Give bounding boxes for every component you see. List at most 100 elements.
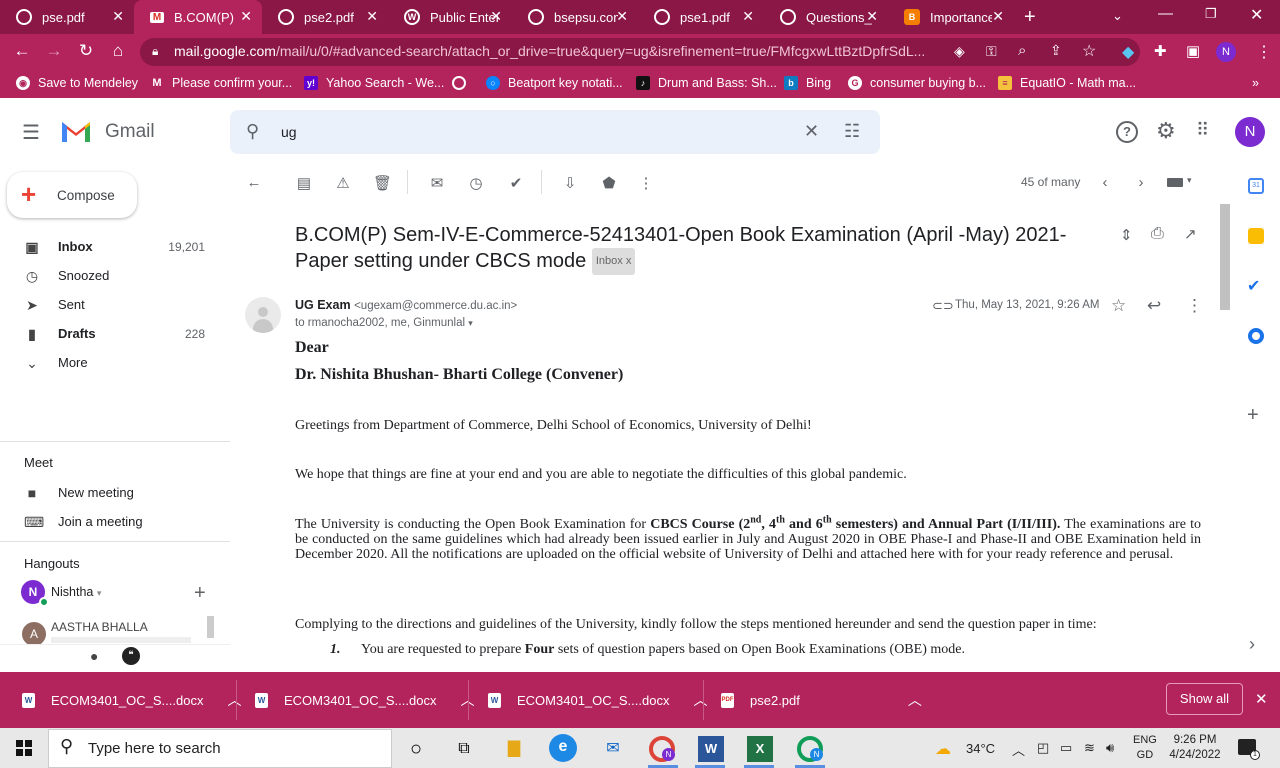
extensions-puzzle-icon[interactable]: ✚ bbox=[1154, 42, 1167, 60]
battery-icon[interactable]: ▭ bbox=[1060, 740, 1072, 756]
task-view-icon[interactable]: ⧉ bbox=[451, 736, 477, 762]
tab-public-enterprise[interactable]: W Public Enter ✕ bbox=[388, 0, 512, 34]
archive-icon[interactable]: ▤ bbox=[295, 174, 313, 192]
download-chevron-icon[interactable]: ︿ bbox=[227, 690, 241, 710]
newer-chevron-icon[interactable]: ‹ bbox=[1096, 174, 1114, 191]
file-explorer-icon[interactable]: ▇ bbox=[501, 736, 527, 762]
inbox-label-chip[interactable]: Inbox x bbox=[591, 248, 636, 275]
extension-diamond-icon[interactable]: ◆ bbox=[1122, 42, 1134, 62]
contacts-person-icon[interactable]: ● bbox=[90, 648, 98, 664]
show-all-downloads-button[interactable]: Show all bbox=[1166, 683, 1243, 715]
input-tools-keyboard-icon[interactable] bbox=[1167, 178, 1183, 187]
search-input[interactable]: ug bbox=[281, 124, 297, 140]
bookmark-star-icon[interactable]: ☆ bbox=[1082, 41, 1096, 61]
gmail-logo-icon[interactable] bbox=[60, 118, 92, 144]
help-icon[interactable]: ? bbox=[1116, 121, 1138, 143]
apps-grid-icon[interactable]: ⠿ bbox=[1196, 120, 1209, 141]
minimize-icon[interactable]: — bbox=[1158, 5, 1173, 22]
new-tab-icon[interactable]: + bbox=[1024, 6, 1036, 29]
cortana-icon[interactable]: ○ bbox=[403, 736, 429, 762]
snooze-icon[interactable]: ◷ bbox=[467, 174, 485, 192]
sidebar-item-drafts[interactable]: ▮ Drafts 228 bbox=[0, 319, 230, 348]
report-spam-icon[interactable]: ⚠ bbox=[334, 174, 352, 192]
volume-icon[interactable]: 🔊︎ bbox=[1106, 740, 1114, 756]
bookmark-mendeley[interactable]: ◉ Save to Mendeley bbox=[16, 76, 138, 90]
compose-button[interactable]: + Compose bbox=[7, 172, 137, 218]
windows-start-icon[interactable] bbox=[16, 740, 32, 756]
message-scrollbar[interactable] bbox=[1220, 204, 1230, 310]
key-icon[interactable]: ⚿ bbox=[986, 43, 997, 60]
close-tab-icon[interactable]: ✕ bbox=[112, 8, 124, 25]
close-tab-icon[interactable]: ✕ bbox=[992, 8, 1004, 25]
tray-overflow-chevron-icon[interactable]: ︿ bbox=[1012, 740, 1025, 759]
hangouts-contact[interactable]: AASTHA BHALLA bbox=[51, 620, 148, 634]
reload-icon[interactable]: ↻ bbox=[76, 42, 96, 60]
search-options-icon[interactable]: ☷ bbox=[844, 121, 860, 142]
bookmark-yahoo[interactable]: y! Yahoo Search - We... bbox=[304, 76, 444, 90]
forward-icon[interactable]: → bbox=[44, 42, 64, 60]
tab-bsepsu[interactable]: bsepsu.com ✕ bbox=[512, 0, 638, 34]
add-hangout-icon[interactable]: + bbox=[194, 582, 206, 605]
more-options-icon[interactable]: ⋮ bbox=[637, 174, 655, 192]
lock-icon[interactable]: 🔒︎ bbox=[152, 44, 158, 59]
mail-search-box[interactable] bbox=[230, 110, 880, 154]
tab-pse-pdf[interactable]: pse.pdf ✕ bbox=[0, 0, 134, 34]
bookmark-google[interactable]: Gconsumer buying b... bbox=[848, 76, 986, 90]
meet-now-icon[interactable]: ◰ bbox=[1037, 740, 1049, 756]
close-tab-icon[interactable]: ✕ bbox=[490, 8, 502, 25]
back-icon[interactable]: ← bbox=[12, 42, 32, 60]
word-icon[interactable]: W bbox=[698, 736, 724, 762]
older-chevron-icon[interactable]: › bbox=[1132, 174, 1150, 191]
tab-gmail[interactable]: M B.COM(P) S ✕ bbox=[134, 0, 262, 34]
sidebar-scrollbar[interactable] bbox=[207, 616, 214, 638]
tab-search-chevron-icon[interactable]: ⌄ bbox=[1112, 8, 1123, 24]
temperature[interactable]: 34°C bbox=[966, 741, 995, 756]
bookmarks-overflow[interactable]: » bbox=[1252, 76, 1259, 90]
bookmark-bing[interactable]: b Bing bbox=[784, 76, 831, 90]
bookmark-gmail[interactable]: M Please confirm your... bbox=[150, 76, 292, 90]
zoom-icon[interactable]: ⌕ bbox=[1018, 42, 1026, 59]
get-addons-icon[interactable]: + bbox=[1247, 404, 1259, 427]
input-tools-dropdown-icon[interactable]: ▾ bbox=[1187, 175, 1192, 186]
side-panel-icon[interactable]: ▣ bbox=[1186, 42, 1200, 60]
message-more-icon[interactable]: ⋮ bbox=[1186, 296, 1203, 316]
download-chevron-icon[interactable]: ︿ bbox=[908, 690, 922, 710]
close-downloads-icon[interactable]: ✕ bbox=[1255, 690, 1268, 708]
tab-pse2-pdf[interactable]: pse2.pdf ✕ bbox=[262, 0, 388, 34]
bookmark-beatport[interactable]: ○ Beatport key notati... bbox=[486, 76, 623, 90]
sidebar-item-sent[interactable]: ➤ Sent bbox=[0, 290, 230, 319]
download-item[interactable]: WECOM3401_OC_S....docx︿ bbox=[255, 672, 474, 728]
delete-icon[interactable]: 🗑︎ bbox=[373, 174, 392, 192]
print-icon[interactable]: ⎙ bbox=[1151, 225, 1164, 243]
tasks-icon[interactable]: ✔ bbox=[1247, 276, 1260, 296]
new-meeting-button[interactable]: ■ New meeting bbox=[0, 478, 230, 507]
hangouts-quote-icon[interactable]: ❝ bbox=[122, 647, 140, 665]
star-icon[interactable]: ☆ bbox=[1111, 296, 1126, 316]
recipients-line[interactable]: to rmanocha2002, me, Ginmunlal ▾ bbox=[295, 317, 473, 329]
close-tab-icon[interactable]: ✕ bbox=[240, 8, 252, 25]
excel-icon[interactable]: X bbox=[747, 736, 773, 762]
share-icon[interactable]: ⇪ bbox=[1050, 42, 1062, 59]
open-in-new-window-icon[interactable]: ↗ bbox=[1184, 225, 1197, 243]
close-tab-icon[interactable]: ✕ bbox=[742, 8, 754, 25]
sender-line[interactable]: UG Exam <ugexam@commerce.du.ac.in> bbox=[295, 298, 517, 312]
browser-menu-icon[interactable]: ⋮ bbox=[1256, 42, 1272, 62]
close-tab-icon[interactable]: ✕ bbox=[866, 8, 878, 25]
clear-search-icon[interactable]: ✕ bbox=[804, 121, 819, 142]
mark-unread-icon[interactable]: ✉ bbox=[428, 174, 446, 192]
language-indicator[interactable]: ENG GD bbox=[1133, 733, 1157, 763]
sidebar-item-inbox[interactable]: ▣ Inbox 19,201 bbox=[0, 232, 230, 261]
reply-icon[interactable]: ↩ bbox=[1147, 296, 1161, 316]
close-tab-icon[interactable]: ✕ bbox=[616, 8, 628, 25]
download-item[interactable]: WECOM3401_OC_S....docx︿ bbox=[22, 672, 241, 728]
download-chevron-icon[interactable]: ︿ bbox=[693, 690, 707, 710]
download-item[interactable]: WECOM3401_OC_S....docx︿ bbox=[488, 672, 707, 728]
download-item[interactable]: PDF pse2.pdf ︿ bbox=[721, 672, 922, 728]
install-app-icon[interactable]: ◈ bbox=[954, 43, 965, 60]
show-side-panel-chevron-icon[interactable]: › bbox=[1249, 634, 1255, 655]
wifi-icon[interactable]: ≋ bbox=[1084, 740, 1095, 756]
edge-icon[interactable]: e bbox=[549, 734, 577, 762]
taskbar-search-placeholder[interactable]: Type here to search bbox=[88, 740, 221, 757]
calendar-icon[interactable]: 31 bbox=[1248, 178, 1264, 194]
bookmark-chrome[interactable] bbox=[452, 76, 474, 90]
